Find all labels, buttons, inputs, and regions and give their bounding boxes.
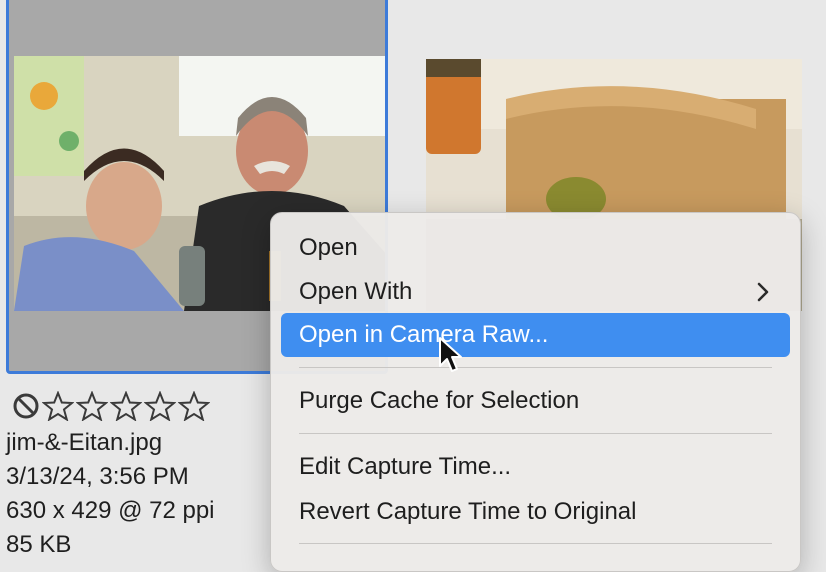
menu-item-purge-cache[interactable]: Purge Cache for Selection bbox=[281, 379, 790, 423]
star-3-icon[interactable] bbox=[110, 391, 142, 421]
image-dimensions: 630 x 429 @ 72 ppi bbox=[6, 497, 215, 524]
star-4-icon[interactable] bbox=[144, 391, 176, 421]
menu-separator bbox=[299, 543, 772, 544]
star-2-icon[interactable] bbox=[76, 391, 108, 421]
no-entry-icon[interactable] bbox=[12, 392, 40, 420]
capture-date: 3/13/24, 3:56 PM bbox=[6, 463, 189, 490]
star-5-icon[interactable] bbox=[178, 391, 210, 421]
menu-item-edit-capture-time[interactable]: Edit Capture Time... bbox=[281, 445, 790, 489]
menu-item-open[interactable]: Open bbox=[281, 226, 790, 270]
rating-row bbox=[12, 386, 266, 426]
menu-item-open-with[interactable]: Open With bbox=[281, 270, 790, 314]
menu-separator bbox=[299, 433, 772, 434]
menu-item-open-in-camera-raw[interactable]: Open in Camera Raw... bbox=[281, 313, 790, 357]
menu-item-revert-capture-time[interactable]: Revert Capture Time to Original bbox=[281, 490, 790, 534]
star-1-icon[interactable] bbox=[42, 391, 74, 421]
context-menu: Open Open With Open in Camera Raw... Pur… bbox=[270, 212, 801, 572]
thumbnail-metadata: jim-&-Eitan.jpg 3/13/24, 3:56 PM 630 x 4… bbox=[6, 386, 266, 562]
filename: jim-&-Eitan.jpg bbox=[6, 429, 163, 456]
menu-separator bbox=[299, 367, 772, 368]
file-size: 85 KB bbox=[6, 531, 72, 558]
mouse-cursor-icon bbox=[439, 337, 462, 372]
chevron-right-icon bbox=[756, 270, 770, 314]
